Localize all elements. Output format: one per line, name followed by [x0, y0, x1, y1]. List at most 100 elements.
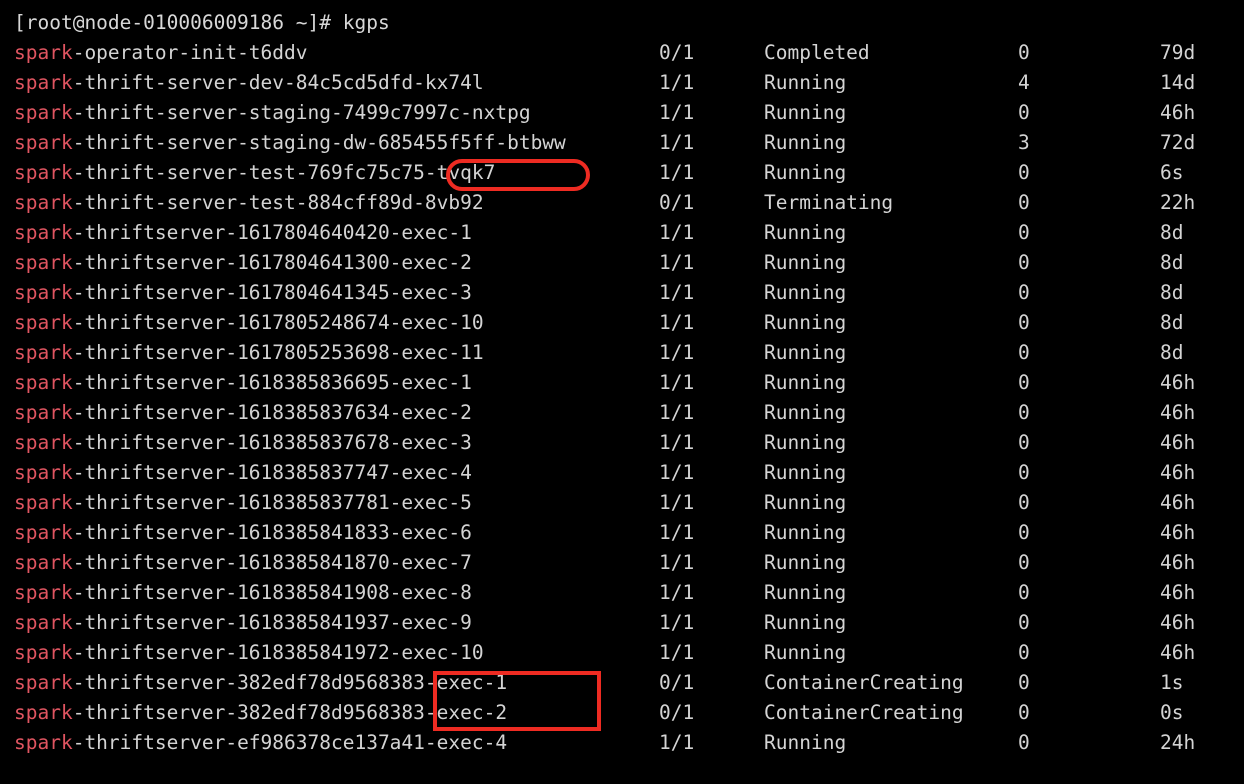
- pod-ready-cell: 1/1: [659, 551, 695, 574]
- pod-name-cell: spark-thriftserver-1618385837678-exec-3: [14, 428, 472, 458]
- pod-ready-cell: 1/1: [659, 431, 695, 454]
- pod-name-prefix: spark: [14, 671, 73, 694]
- pod-name-cell: spark-thriftserver-1617804641300-exec-2: [14, 248, 472, 278]
- pod-name-suffix: -thriftserver-1617804641345-exec-3: [72, 281, 472, 304]
- pod-ready-cell: 0/1: [659, 191, 695, 214]
- pod-name-suffix: -thriftserver-1617805248674-exec-10: [72, 311, 484, 334]
- pod-ready-cell: 1/1: [659, 341, 695, 364]
- pod-status-cell: Running: [764, 161, 847, 184]
- pod-restarts-cell: 0: [1018, 641, 1030, 664]
- pod-status-cell: Running: [764, 281, 847, 304]
- pod-age-cell: 14d: [1160, 71, 1196, 94]
- pod-age-cell: 8d: [1160, 281, 1184, 304]
- pod-restarts-cell: 0: [1018, 311, 1030, 334]
- terminal-window[interactable]: [root@node-010006009186 ~]# kgps spark-o…: [0, 0, 1244, 784]
- pod-status-cell: Running: [764, 551, 847, 574]
- pod-ready-cell: 1/1: [659, 311, 695, 334]
- pod-name-suffix: -thrift-server-test-769fc75c75-tvqk7: [72, 161, 496, 184]
- table-row: spark-thriftserver-1618385837747-exec-4 1…: [14, 458, 1244, 488]
- pod-name-prefix: spark: [14, 731, 73, 754]
- pod-name-prefix: spark: [14, 431, 73, 454]
- table-row: spark-thriftserver-1617804640420-exec-1 1…: [14, 218, 1244, 248]
- pod-name-suffix: -thriftserver-1618385841833-exec-6: [72, 521, 472, 544]
- pod-ready-cell: 1/1: [659, 221, 695, 244]
- pod-name-suffix: -thrift-server-dev-84c5cd5dfd-kx74l: [72, 71, 484, 94]
- pod-restarts-cell: 0: [1018, 371, 1030, 394]
- pod-ready-cell: 1/1: [659, 101, 695, 124]
- pod-restarts-cell: 0: [1018, 431, 1030, 454]
- pod-name-suffix: -thriftserver-1617804640420-exec-1: [72, 221, 472, 244]
- pod-name-prefix: spark: [14, 461, 73, 484]
- pod-status-cell: Running: [764, 521, 847, 544]
- terminal-screen[interactable]: [root@node-010006009186 ~]# kgps spark-o…: [0, 0, 1244, 784]
- pod-name-cell: spark-thriftserver-1617804641345-exec-3: [14, 278, 472, 308]
- pod-name-cell: spark-thrift-server-test-884cff89d-8vb92: [14, 188, 484, 218]
- pod-name-cell: spark-thriftserver-1617805253698-exec-11: [14, 338, 484, 368]
- table-row: spark-thriftserver-1617804641300-exec-2 1…: [14, 248, 1244, 278]
- pod-name-suffix: -thriftserver-1618385837747-exec-4: [72, 461, 472, 484]
- pod-name-suffix: -thriftserver-1618385841972-exec-10: [72, 641, 484, 664]
- pod-ready-cell: 1/1: [659, 401, 695, 424]
- pod-restarts-cell: 0: [1018, 671, 1030, 694]
- table-row: spark-thriftserver-1617804641345-exec-3 1…: [14, 278, 1244, 308]
- pod-ready-cell: 1/1: [659, 731, 695, 754]
- pod-name-suffix: -thriftserver-1617805253698-exec-11: [72, 341, 484, 364]
- pod-name-cell: spark-thriftserver-ef986378ce137a41-exec…: [14, 728, 507, 758]
- pod-name-prefix: spark: [14, 401, 73, 424]
- pod-status-cell: Running: [764, 251, 847, 274]
- pod-status-cell: Running: [764, 371, 847, 394]
- pod-name-cell: spark-thriftserver-382edf78d9568383-exec…: [14, 698, 507, 728]
- pod-status-cell: Running: [764, 431, 847, 454]
- pod-restarts-cell: 0: [1018, 521, 1030, 544]
- table-row: spark-thrift-server-dev-84c5cd5dfd-kx74l…: [14, 68, 1244, 98]
- table-row: spark-operator-init-t6ddv 0/1 Completed 0 79…: [14, 38, 1244, 68]
- pod-name-suffix: -thriftserver-ef986378ce137a41-exec-4: [72, 731, 508, 754]
- pod-name-cell: spark-thriftserver-1617805248674-exec-10: [14, 308, 484, 338]
- pod-name-cell: spark-thriftserver-1618385837747-exec-4: [14, 458, 472, 488]
- pod-name-prefix: spark: [14, 101, 73, 124]
- pod-name-suffix: -thriftserver-1617804641300-exec-2: [72, 251, 472, 274]
- pod-ready-cell: 1/1: [659, 611, 695, 634]
- pod-name-prefix: spark: [14, 71, 73, 94]
- command-prompt-line: [root@node-010006009186 ~]# kgps: [14, 11, 390, 34]
- pod-age-cell: 22h: [1160, 191, 1196, 214]
- pod-ready-cell: 0/1: [659, 671, 695, 694]
- pod-name-prefix: spark: [14, 341, 73, 364]
- pod-age-cell: 46h: [1160, 431, 1196, 454]
- table-row: spark-thriftserver-382edf78d9568383-exec…: [14, 698, 1244, 728]
- pod-restarts-cell: 0: [1018, 161, 1030, 184]
- pod-restarts-cell: 0: [1018, 401, 1030, 424]
- pod-ready-cell: 1/1: [659, 491, 695, 514]
- pod-age-cell: 72d: [1160, 131, 1196, 154]
- pod-name-cell: spark-thriftserver-1617804640420-exec-1: [14, 218, 472, 248]
- pod-name-cell: spark-thriftserver-1618385841833-exec-6: [14, 518, 472, 548]
- pod-age-cell: 46h: [1160, 491, 1196, 514]
- table-row: spark-thriftserver-1618385841937-exec-9 1…: [14, 608, 1244, 638]
- pod-name-prefix: spark: [14, 491, 73, 514]
- pod-name-prefix: spark: [14, 371, 73, 394]
- pod-status-cell: Running: [764, 461, 847, 484]
- pod-status-cell: Running: [764, 101, 847, 124]
- pod-ready-cell: 1/1: [659, 161, 695, 184]
- pod-name-suffix: -thriftserver-1618385841870-exec-7: [72, 551, 472, 574]
- pod-name-prefix: spark: [14, 521, 73, 544]
- pod-status-cell: Running: [764, 131, 847, 154]
- table-row: spark-thriftserver-382edf78d9568383-exec…: [14, 668, 1244, 698]
- pod-age-cell: 46h: [1160, 401, 1196, 424]
- table-row: spark-thriftserver-ef986378ce137a41-exec…: [14, 728, 1244, 758]
- pod-name-suffix: -operator-init-t6ddv: [72, 41, 308, 64]
- pod-name-prefix: spark: [14, 281, 73, 304]
- pod-name-cell: spark-thriftserver-1618385837781-exec-5: [14, 488, 472, 518]
- pod-name-suffix: -thriftserver-382edf78d9568383-exec-1: [72, 671, 508, 694]
- pod-age-cell: 0s: [1160, 701, 1184, 724]
- pod-age-cell: 46h: [1160, 581, 1196, 604]
- pod-name-suffix: -thrift-server-staging-dw-685455f5ff-btb…: [72, 131, 566, 154]
- pod-age-cell: 24h: [1160, 731, 1196, 754]
- pod-name-cell: spark-thriftserver-1618385837634-exec-2: [14, 398, 472, 428]
- pod-ready-cell: 1/1: [659, 371, 695, 394]
- pod-ready-cell: 0/1: [659, 701, 695, 724]
- pod-ready-cell: 1/1: [659, 281, 695, 304]
- pod-name-prefix: spark: [14, 161, 73, 184]
- pod-restarts-cell: 0: [1018, 581, 1030, 604]
- pod-age-cell: 46h: [1160, 611, 1196, 634]
